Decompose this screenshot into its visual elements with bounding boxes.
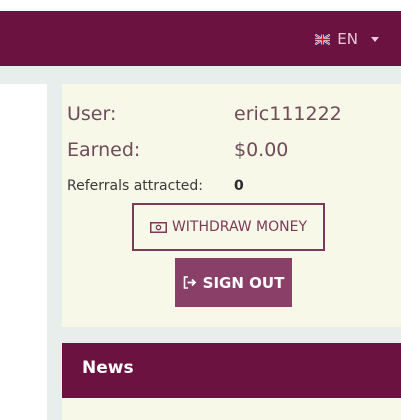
language-code: EN	[337, 30, 358, 48]
user-label: User:	[67, 103, 117, 125]
news-header: News	[62, 343, 401, 398]
left-panel	[0, 84, 47, 420]
news-body	[62, 398, 401, 420]
referrals-label: Referrals attracted:	[67, 178, 204, 194]
withdraw-money-button[interactable]: WITHDRAW MONEY	[132, 203, 325, 251]
uk-flag-icon	[315, 33, 331, 45]
money-icon	[149, 221, 167, 233]
earned-label: Earned:	[67, 139, 141, 161]
news-title: News	[82, 358, 134, 378]
earned-value: $0.00	[234, 139, 289, 161]
sign-out-label: SIGN OUT	[202, 273, 285, 292]
top-navbar: EN	[0, 11, 401, 66]
chevron-down-icon	[371, 36, 379, 42]
referrals-value: 0	[234, 178, 244, 194]
withdraw-money-label: WITHDRAW MONEY	[171, 219, 308, 235]
user-value: eric111222	[234, 103, 342, 125]
account-card: User: eric111222 Earned: $0.00 Referrals…	[62, 84, 401, 327]
sign-out-icon	[183, 276, 196, 289]
language-selector[interactable]: EN	[315, 30, 379, 48]
sign-out-button[interactable]: SIGN OUT	[175, 258, 292, 307]
